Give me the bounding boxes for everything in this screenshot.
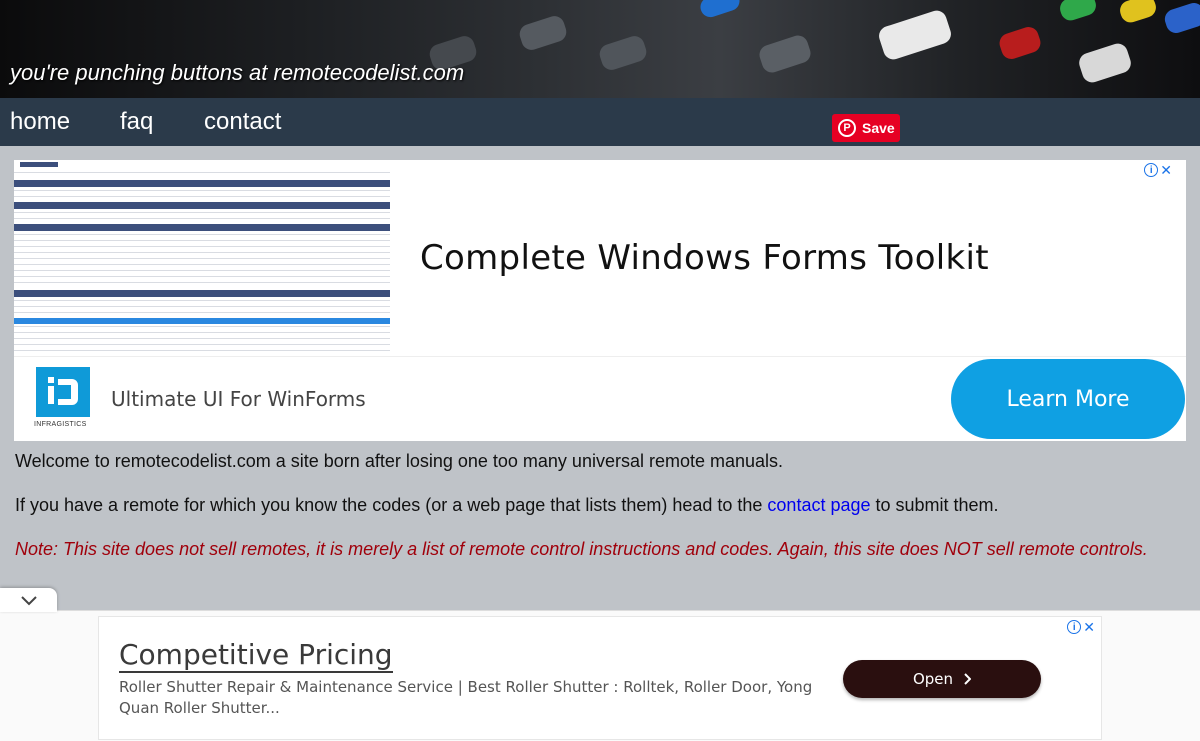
- main-nav: home faq contact: [0, 98, 1200, 146]
- contact-page-link[interactable]: contact page: [767, 495, 870, 515]
- submit-paragraph: If you have a remote for which you know …: [15, 495, 999, 515]
- bottom-ad[interactable]: i ✕ Competitive Pricing Roller Shutter R…: [98, 616, 1102, 740]
- nav-faq[interactable]: faq: [120, 108, 153, 136]
- brand-name: INFRAGISTICS: [34, 421, 87, 428]
- site-tagline: you're punching buttons at remotecodelis…: [10, 60, 465, 85]
- close-icon[interactable]: ✕: [1083, 619, 1095, 636]
- ad-headline[interactable]: Complete Windows Forms Toolkit: [420, 238, 989, 278]
- open-button[interactable]: Open: [843, 660, 1041, 698]
- ad-footer: INFRAGISTICS Ultimate UI For WinForms Le…: [14, 356, 1186, 441]
- nav-contact[interactable]: contact: [204, 108, 281, 136]
- chevron-down-icon: [20, 596, 37, 606]
- remote-key-graphic: [996, 24, 1044, 62]
- close-icon[interactable]: ✕: [1160, 162, 1172, 179]
- remote-key-graphic: [756, 32, 814, 76]
- welcome-text: Welcome to remotecodelist.com a site bor…: [15, 451, 784, 471]
- remote-key-graphic: [1117, 0, 1159, 26]
- nav-home[interactable]: home: [10, 108, 70, 136]
- pinterest-save-button[interactable]: P Save: [832, 114, 900, 142]
- ad-choices[interactable]: i ✕: [1144, 162, 1172, 179]
- header-banner: you're punching buttons at remotecodelis…: [0, 0, 1200, 98]
- remote-key-graphic: [1076, 41, 1134, 85]
- infragistics-logo: INFRAGISTICS: [34, 367, 92, 441]
- main-content: Welcome to remotecodelist.com a site bor…: [15, 450, 1185, 560]
- top-ad[interactable]: i ✕ Complete Windows Forms Toolkit INFRA…: [14, 160, 1186, 441]
- pinterest-icon: P: [838, 119, 856, 137]
- ad-subtitle[interactable]: Ultimate UI For WinForms: [111, 387, 366, 411]
- learn-more-button[interactable]: Learn More: [951, 359, 1185, 439]
- chevron-right-icon: [964, 673, 972, 685]
- ad-description[interactable]: Roller Shutter Repair & Maintenance Serv…: [119, 677, 819, 719]
- pinterest-save-label: Save: [862, 120, 895, 136]
- remote-key-graphic: [1057, 0, 1099, 24]
- info-icon[interactable]: i: [1067, 620, 1082, 634]
- open-button-label: Open: [912, 670, 954, 688]
- collapse-ad-tab[interactable]: [0, 588, 57, 612]
- ad-screenshot-image: [14, 160, 390, 356]
- remote-key-graphic: [517, 13, 569, 53]
- remote-key-graphic: [597, 33, 649, 73]
- remote-key-graphic: [697, 0, 743, 20]
- remote-key-graphic: [1162, 0, 1200, 36]
- disclaimer-note: Note: This site does not sell remotes, i…: [15, 539, 1148, 559]
- remote-key-graphic: [876, 8, 954, 62]
- ad-choices[interactable]: i ✕: [1067, 619, 1095, 636]
- ad-title[interactable]: Competitive Pricing: [119, 639, 393, 673]
- info-icon[interactable]: i: [1144, 163, 1159, 177]
